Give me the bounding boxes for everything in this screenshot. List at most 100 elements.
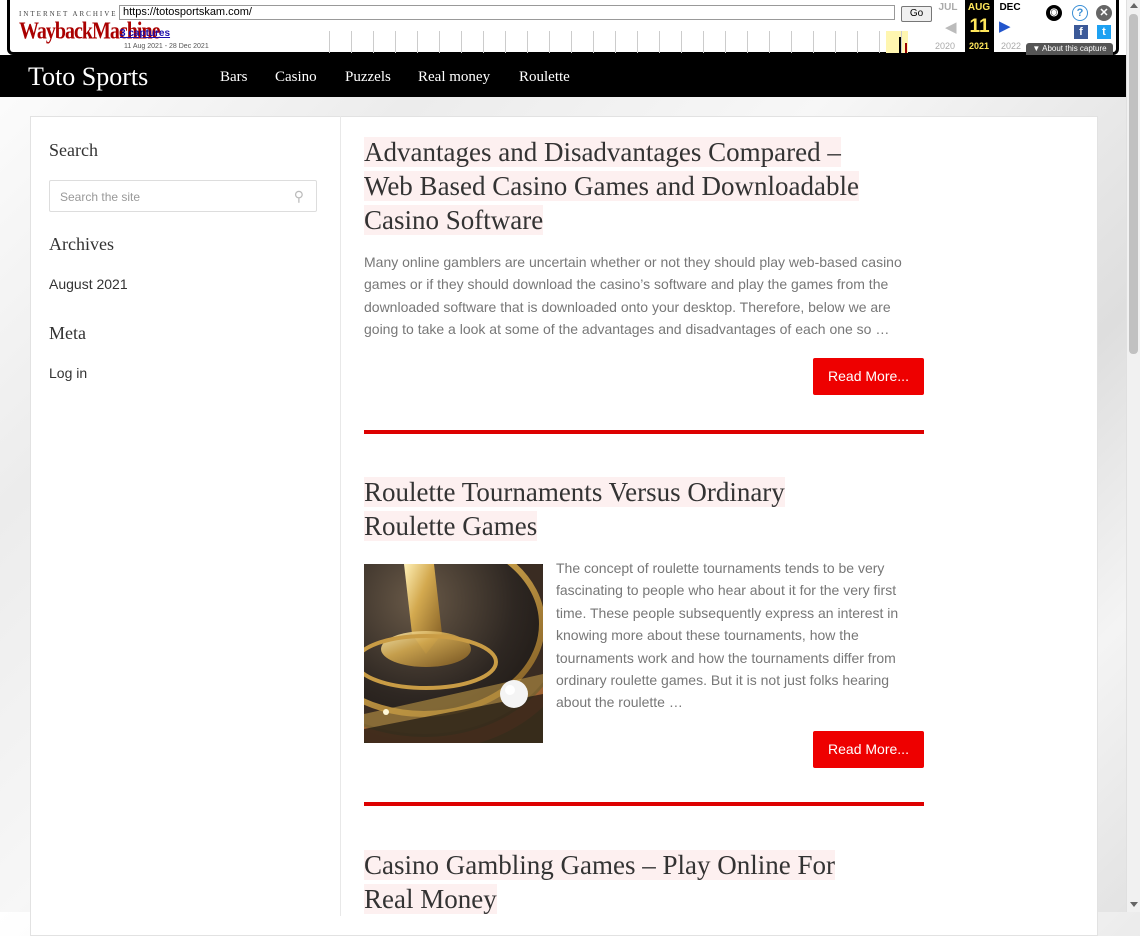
post-title-line: Casino Gambling Games – Play Online For: [364, 850, 835, 880]
read-more-button[interactable]: Read More...: [813, 731, 924, 768]
post-title-line: Advantages and Disadvantages Compared –: [364, 137, 841, 167]
post-title-line: Casino Software: [364, 205, 544, 235]
read-more-button[interactable]: Read More...: [813, 358, 924, 395]
about-capture-button[interactable]: ▼ About this capture: [1026, 43, 1113, 55]
wayback-cur-year: 2021: [968, 41, 990, 51]
page-scrollbar[interactable]: [1126, 0, 1140, 912]
nav-item-roulette[interactable]: Roulette: [519, 69, 570, 86]
excerpt-line: games or if they should download the cas…: [364, 276, 889, 293]
help-icon[interactable]: ?: [1072, 5, 1088, 21]
nav-item-puzzels[interactable]: Puzzels: [345, 69, 391, 86]
sidebar-divider: [340, 116, 341, 916]
sparkline-month-tick: [373, 31, 374, 53]
search-box[interactable]: ⚲: [49, 180, 317, 213]
excerpt-line: Many online gamblers are uncertain wheth…: [364, 254, 902, 270]
chevron-down-icon: ▼: [1032, 44, 1043, 53]
sparkline-month-tick: [659, 31, 660, 53]
sparkline-month-tick: [813, 31, 814, 53]
sparkline-month-tick: [549, 31, 550, 53]
scroll-up-icon[interactable]: [1130, 3, 1138, 8]
site-title[interactable]: Toto Sports: [28, 62, 148, 92]
post-excerpt: Many online gamblers are uncertain wheth…: [364, 251, 902, 341]
wayback-date-range: 11 Aug 2021 - 28 Dec 2021: [124, 43, 209, 50]
sparkline-month-tick: [769, 31, 770, 53]
wayback-logo-caption: INTERNET ARCHIVE: [19, 10, 118, 18]
sparkline-month-tick: [417, 31, 418, 53]
sparkline-month-tick: [637, 31, 638, 53]
post-title-line: Real Money: [364, 884, 497, 914]
wayback-captures-link[interactable]: 3 captures: [120, 28, 170, 39]
sparkline-month-tick: [593, 31, 594, 53]
nav-item-casino[interactable]: Casino: [275, 69, 317, 86]
post-title-line: Roulette Tournaments Versus Ordinary: [364, 477, 785, 507]
sparkline-month-tick: [681, 31, 682, 53]
archive-link-august-2021[interactable]: August 2021: [49, 276, 128, 292]
post-title-line: Web Based Casino Games and Downloadable: [364, 171, 859, 201]
twitter-icon[interactable]: t: [1097, 25, 1111, 39]
sparkline-month-tick: [725, 31, 726, 53]
search-input[interactable]: [58, 181, 282, 213]
wayback-next-year[interactable]: 2022: [997, 41, 1025, 51]
wayback-cur-day: 11: [969, 16, 990, 37]
account-icon[interactable]: ◉: [1046, 5, 1062, 21]
sparkline-month-tick: [747, 31, 748, 53]
wayback-prev-month[interactable]: JUL: [934, 2, 962, 13]
post-excerpt: The concept of roulette tournaments tend…: [556, 557, 898, 714]
excerpt-line: fascinating to people who hear about it …: [556, 582, 897, 599]
wayback-url-input[interactable]: https://totosportskam.com/: [119, 5, 895, 20]
about-capture-label: About this capture: [1042, 44, 1107, 53]
roulette-wheel-image: [364, 564, 543, 743]
excerpt-line: The concept of roulette tournaments tend…: [556, 560, 885, 576]
post-title[interactable]: Casino Gambling Games – Play Online For …: [364, 848, 835, 916]
wayback-sparkline[interactable]: [326, 31, 926, 53]
excerpt-line: ordinary roulette games. But it is not j…: [556, 672, 890, 689]
sparkline-month-tick: [351, 31, 352, 53]
post-separator: [364, 430, 924, 434]
search-icon[interactable]: ⚲: [294, 188, 304, 205]
wayback-toolbar: INTERNET ARCHIVE WaybackMachine https://…: [0, 0, 1126, 58]
sparkline-month-tick: [571, 31, 572, 53]
excerpt-line: time. These people subsequently express …: [556, 604, 899, 621]
sparkline-month-tick: [835, 31, 836, 53]
meta-widget-title: Meta: [49, 323, 86, 343]
excerpt-line: going to take a look at some of the adva…: [364, 321, 890, 338]
sparkline-month-tick: [395, 31, 396, 53]
excerpt-line: knowing more about these tournaments, ho…: [556, 627, 859, 644]
facebook-icon[interactable]: f: [1074, 25, 1088, 39]
sparkline-month-tick: [879, 31, 880, 53]
sparkline-month-tick: [615, 31, 616, 53]
post-title[interactable]: Roulette Tournaments Versus Ordinary Rou…: [364, 475, 785, 543]
prev-capture-icon[interactable]: ◀: [945, 18, 957, 36]
wayback-next-month[interactable]: DEC: [996, 2, 1024, 13]
post-title-line: Roulette Games: [364, 511, 538, 541]
login-link[interactable]: Log in: [49, 365, 87, 381]
sparkline-month-tick: [483, 31, 484, 53]
wayback-prev-year[interactable]: 2020: [931, 41, 959, 51]
sparkline-month-tick: [857, 31, 858, 53]
scroll-thumb[interactable]: [1129, 14, 1138, 354]
sparkline-month-tick: [901, 31, 902, 53]
search-widget-title: Search: [49, 140, 98, 160]
next-capture-icon[interactable]: ▶: [999, 17, 1011, 35]
sparkline-capture: [905, 43, 907, 53]
post-title[interactable]: Advantages and Disadvantages Compared – …: [364, 135, 859, 237]
archives-widget-title: Archives: [49, 234, 114, 254]
close-icon[interactable]: ✕: [1096, 5, 1112, 21]
post-separator: [364, 802, 924, 806]
sparkline-month-tick: [439, 31, 440, 53]
excerpt-line: downloaded software that is downloaded o…: [364, 298, 891, 315]
sparkline-month-tick: [461, 31, 462, 53]
nav-item-bars[interactable]: Bars: [220, 69, 248, 86]
sparkline-month-tick: [703, 31, 704, 53]
wayback-go-button[interactable]: Go: [901, 6, 932, 22]
sparkline-month-tick: [527, 31, 528, 53]
nav-item-real-money[interactable]: Real money: [418, 69, 490, 86]
excerpt-line: about the roulette …: [556, 694, 683, 711]
scroll-down-icon[interactable]: [1130, 902, 1138, 907]
wayback-cur-month: AUG: [967, 2, 991, 13]
sparkline-month-tick: [791, 31, 792, 53]
sparkline-month-tick: [329, 31, 330, 53]
post-thumbnail-roulette-wheel[interactable]: [364, 564, 543, 743]
wayback-logo[interactable]: WaybackMachine: [19, 18, 160, 47]
excerpt-line: tournaments work and how the tournaments…: [556, 649, 896, 666]
